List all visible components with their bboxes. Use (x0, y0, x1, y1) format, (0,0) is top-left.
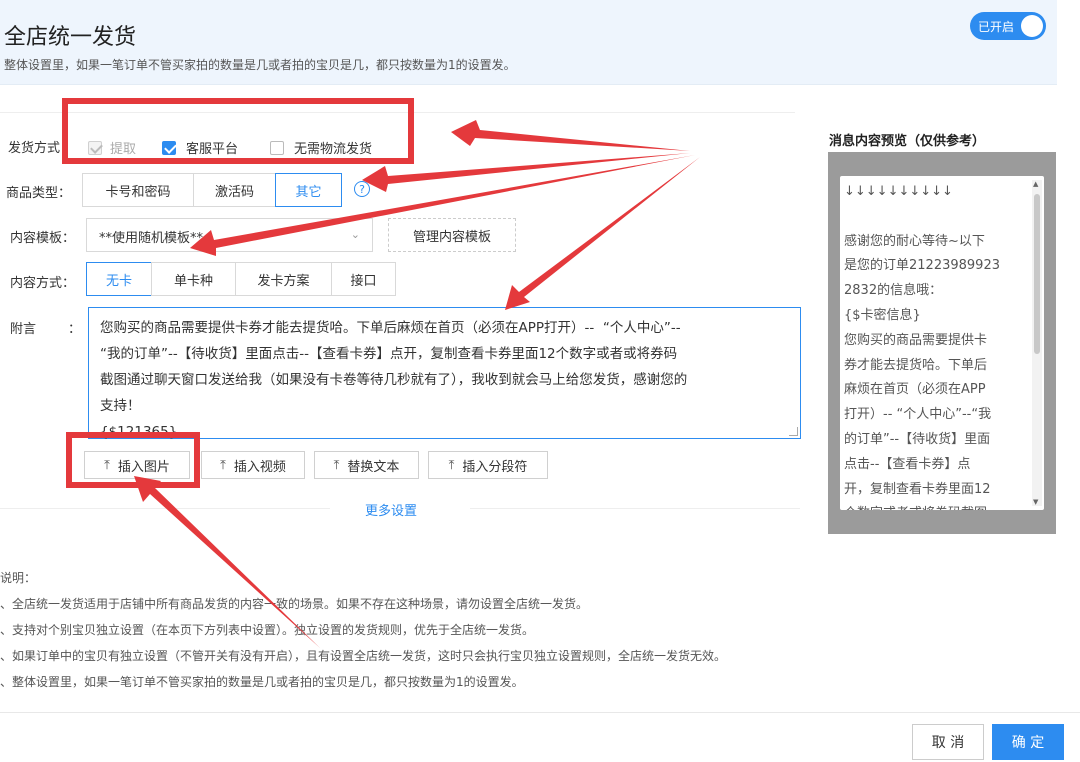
upload-icon: ⤒ (220, 457, 226, 473)
toggle-knob (1021, 15, 1043, 37)
upload-icon: ⤒ (448, 457, 455, 473)
insert-paragraph-label: 插入分段符 (462, 459, 528, 475)
content-mode-card-plan[interactable]: 发卡方案 (235, 262, 332, 296)
resize-handle[interactable] (789, 427, 798, 436)
template-select-value: **使用随机模板** (99, 231, 204, 246)
product-type-other[interactable]: 其它 (275, 173, 342, 207)
upload-icon: ⤒ (333, 457, 340, 473)
preview-scrollbar[interactable]: ▲ ▼ (1032, 180, 1042, 506)
annotation-arrow (451, 120, 690, 151)
product-type-card-password[interactable]: 卡号和密码 (82, 173, 194, 207)
content-mode-no-card[interactable]: 无卡 (86, 262, 152, 296)
replace-text-label: 替换文本 (347, 459, 400, 475)
template-select[interactable]: **使用随机模板** ⌄ (86, 218, 373, 252)
preview-title: 消息内容预览（仅供参考） (829, 134, 986, 149)
note-colon: ： (68, 322, 82, 337)
scroll-up-icon[interactable]: ▲ (1033, 180, 1038, 188)
page-subtitle: 整体设置里，如果一笔订单不管买家拍的数量是几或者拍的宝贝是几，都只按数量为1的设… (4, 58, 516, 72)
annotation-box (66, 432, 200, 488)
scrollbar-thumb[interactable] (1034, 194, 1040, 354)
manage-template-button[interactable]: 管理内容模板 (388, 218, 516, 252)
note-textarea[interactable]: 您购买的商品需要提供卡券才能去提货哈。下单后麻烦在首页（必须在APP打开）-- … (88, 307, 801, 440)
content-mode-single-card[interactable]: 单卡种 (151, 262, 236, 296)
more-settings-link[interactable]: 更多设置 (365, 500, 417, 519)
insert-paragraph-button[interactable]: ⤒ 插入分段符 (428, 451, 548, 479)
annotation-arrow (505, 157, 700, 310)
note-label: 附言 (10, 322, 37, 337)
replace-text-button[interactable]: ⤒ 替换文本 (314, 451, 419, 479)
divider (0, 508, 330, 509)
preview-text: ↓↓↓↓↓↓↓↓↓↓ 感谢您的耐心等待~以下 是您的订单21223989923 … (844, 184, 1000, 510)
page-title: 全店统一发货 (4, 25, 137, 50)
notes-item: 、全店统一发货适用于店铺中所有商品发货的内容一致的场景。如果不存在这种场景，请勿… (0, 597, 589, 611)
template-label: 内容模板： (10, 231, 76, 246)
insert-video-label: 插入视频 (233, 459, 286, 475)
divider (470, 508, 800, 509)
content-mode-api[interactable]: 接口 (331, 262, 396, 296)
notes-item: 、如果订单中的宝贝有独立设置（不管开关有没有开启），且有设置全店统一发货，这时只… (0, 649, 727, 663)
notes-item: 、支持对个别宝贝独立设置（在本页下方列表中设置）。独立设置的发货规则，优先于全店… (0, 623, 535, 637)
notes-section: 说明： 、全店统一发货适用于店铺中所有商品发货的内容一致的场景。如果不存在这种场… (0, 565, 726, 695)
insert-video-button[interactable]: ⤒ 插入视频 (201, 451, 305, 479)
annotation-box (62, 98, 414, 164)
product-type-activation-code[interactable]: 激活码 (193, 173, 276, 207)
enable-toggle[interactable]: 已开启 (970, 12, 1046, 40)
content-mode-label: 内容方式： (10, 276, 76, 291)
chevron-down-icon: ⌄ (350, 228, 360, 241)
scroll-down-icon[interactable]: ▼ (1033, 498, 1038, 506)
divider (0, 712, 1080, 713)
product-type-label: 商品类型： (6, 186, 72, 201)
confirm-button[interactable]: 确 定 (992, 724, 1064, 760)
notes-item: 、整体设置里，如果一笔订单不管买家拍的数量是几或者拍的宝贝是几，都只按数量为1的… (0, 675, 524, 689)
preview-message: ↓↓↓↓↓↓↓↓↓↓ 感谢您的耐心等待~以下 是您的订单21223989923 … (840, 176, 1044, 510)
help-icon[interactable]: ? (354, 181, 370, 197)
toggle-label: 已开启 (978, 20, 1015, 34)
notes-title: 说明： (0, 571, 37, 585)
cancel-button[interactable]: 取 消 (912, 724, 984, 760)
